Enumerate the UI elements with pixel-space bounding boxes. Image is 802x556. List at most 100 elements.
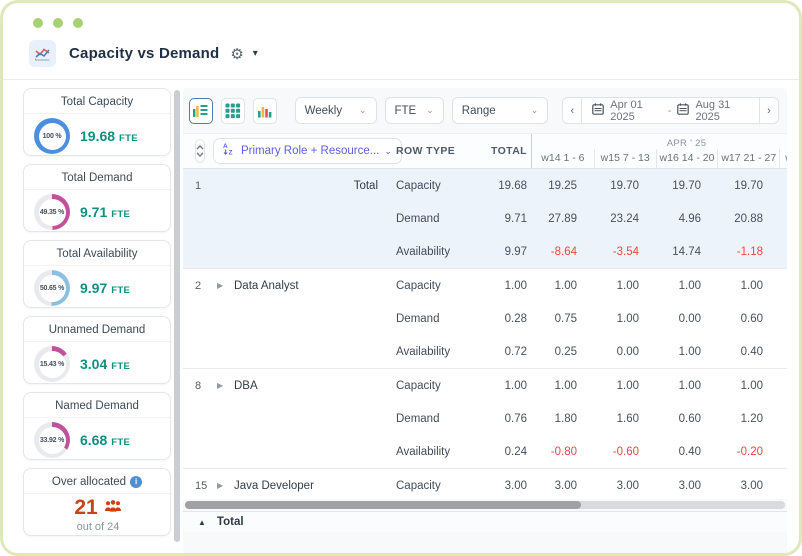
unit-select[interactable]: FTE ⌄ [384, 97, 444, 124]
week-value-cell: 3.00 [678, 479, 701, 492]
prev-period-button[interactable]: ‹ [562, 97, 583, 124]
chart-table-view-button[interactable] [189, 97, 213, 124]
week-value-cell: 1.20 [740, 412, 763, 425]
week-column-header: w17 21 - 27 [717, 149, 779, 168]
row-type-cell: Capacity [396, 479, 441, 492]
expand-caret-icon[interactable]: ▶ [217, 281, 234, 290]
table-row: Availability 0.24 -0.80 -0.60 0.40 -0.20 [183, 435, 787, 468]
chevron-down-icon[interactable]: ▾ [253, 48, 258, 59]
next-period-button[interactable]: › [759, 97, 780, 124]
week-value-cell: -1.18 [736, 245, 763, 258]
capacity-table-panel: Weekly ⌄ FTE ⌄ Range ⌄ ‹ Apr 01 2025 - A… [183, 88, 787, 553]
donut-percent-label: 49.35 % [39, 208, 65, 216]
period-select[interactable]: Weekly ⌄ [294, 97, 377, 124]
end-date-field[interactable]: Aug 31 2025 [695, 99, 749, 123]
row-group-index: 8 [195, 379, 202, 392]
info-icon[interactable]: i [130, 476, 143, 488]
bar-chart-view-button[interactable] [252, 97, 277, 124]
table-row-group: 8 ▶ DBA Capacity 1.00 1.00 1.00 1.00 1.00 Demand 0… [183, 368, 787, 468]
content-area: Total Capacity 100 % 19.68 FTE Total Demand 4… [3, 80, 799, 553]
expand-caret-icon[interactable]: ▶ [217, 481, 234, 490]
week-value-cell: 1.00 [554, 279, 577, 292]
row-sort-spinner[interactable] [195, 139, 205, 163]
week-value-cell: 0.00 [678, 312, 701, 325]
table-body: 1 Total Capacity 19.68 19.25 19.70 19.70 19.70 D… [183, 169, 787, 499]
total-footer-bar[interactable]: ▲ Total [183, 511, 787, 532]
people-group-icon [104, 499, 122, 518]
row-type-cell: Capacity [396, 179, 441, 192]
row-type-cell: Availability [396, 345, 451, 358]
row-type-cell: Capacity [396, 279, 441, 292]
week-value-cell: 14.74 [672, 245, 701, 258]
table-row: Demand 0.76 1.80 1.60 0.60 1.20 [183, 402, 787, 435]
fte-value: 19.68 FTE [80, 128, 138, 144]
week-value-cell: -3.54 [612, 245, 639, 258]
expand-caret-icon[interactable]: ▶ [217, 381, 234, 390]
week-value-cell: 1.00 [616, 279, 639, 292]
total-value-cell: 9.71 [504, 212, 527, 225]
week-value-cell: 19.70 [734, 179, 763, 192]
fte-number: 9.97 [80, 280, 108, 296]
chevron-down-icon: ⌄ [426, 105, 434, 115]
week-value-cell: 4.96 [678, 212, 701, 225]
week-column-header: w18 [779, 149, 787, 168]
window-controls [3, 3, 799, 28]
week-value-cell: 0.40 [678, 445, 701, 458]
total-value-cell: 0.28 [504, 312, 527, 325]
summary-card: Named Demand 33.92 % 6.68 FTE [23, 392, 171, 460]
over-allocated-caption: out of 24 [76, 521, 120, 533]
date-range-nav: ‹ Apr 01 2025 - Aug 31 2025 › [562, 97, 780, 124]
svg-text:A: A [223, 143, 228, 150]
row-group-index: 2 [195, 279, 202, 292]
collapse-up-icon: ▲ [198, 517, 206, 527]
total-value-cell: 19.68 [498, 179, 527, 192]
summary-card: Total Capacity 100 % 19.68 FTE [23, 88, 171, 156]
row-type-cell: Availability [396, 445, 451, 458]
line-chart-icon [29, 40, 56, 67]
svg-text:Z: Z [229, 150, 233, 156]
page-title: Capacity vs Demand [69, 45, 220, 62]
row-type-cell: Capacity [396, 379, 441, 392]
donut-percent-label: 100 % [42, 132, 62, 140]
donut-percent-label: 15.43 % [39, 360, 65, 368]
total-column-header: TOTAL [490, 145, 527, 157]
total-value-cell: 1.00 [504, 279, 527, 292]
calendar-icon[interactable] [677, 102, 690, 120]
horizontal-scrollbar-thumb[interactable] [185, 501, 581, 509]
week-value-cell: 0.75 [554, 312, 577, 325]
card-title: Unnamed Demand [24, 317, 170, 342]
week-value-cell: 19.70 [610, 179, 639, 192]
donut-gauge: 49.35 % [34, 194, 70, 230]
row-type-cell: Demand [396, 212, 440, 225]
week-value-cell: -0.60 [612, 445, 639, 458]
summary-card: Total Demand 49.35 % 9.71 FTE [23, 164, 171, 232]
fte-value: 9.71 FTE [80, 204, 130, 220]
window-dot [53, 18, 63, 28]
grid-view-button[interactable] [220, 97, 245, 124]
date-range-box: Apr 01 2025 - Aug 31 2025 [582, 97, 759, 124]
window-dot [73, 18, 83, 28]
row-type-cell: Demand [396, 312, 440, 325]
calendar-icon[interactable] [592, 102, 605, 120]
fte-number: 19.68 [80, 128, 116, 144]
page-header: Capacity vs Demand ⚙ ▾ [3, 28, 799, 80]
window-dot [33, 18, 43, 28]
row-group-name: DBA [234, 379, 258, 392]
table-row-group: 1 Total Capacity 19.68 19.25 19.70 19.70 19.70 D… [183, 169, 787, 268]
range-select[interactable]: Range ⌄ [451, 97, 549, 124]
week-columns-header: APR ' 25 w14 1 - 6 w15 7 - 13 w16 14 - 20 w… [531, 134, 787, 168]
gear-icon[interactable]: ⚙ [230, 45, 243, 63]
week-value-cell: 19.70 [672, 179, 701, 192]
grouping-dropdown[interactable]: AZ Primary Role + Resource... ⌄ [213, 138, 402, 164]
week-value-cell: 0.40 [740, 345, 763, 358]
capacity-demand-table: AZ Primary Role + Resource... ⌄ ROW TYPE… [183, 133, 787, 499]
start-date-field[interactable]: Apr 01 2025 [610, 99, 661, 123]
week-value-cell: 1.80 [554, 412, 577, 425]
summary-card: Unnamed Demand 15.43 % 3.04 FTE [23, 316, 171, 384]
sidebar-scrollbar-thumb[interactable] [174, 90, 180, 542]
fte-value: 3.04 FTE [80, 356, 130, 372]
footer-total-label: Total [216, 516, 244, 528]
card-title: Over allocated i [24, 469, 170, 494]
table-row-group: 15 ▶ Java Developer Capacity 3.00 3.00 3.00 3.0… [183, 468, 787, 499]
card-title: Total Capacity [24, 89, 170, 114]
